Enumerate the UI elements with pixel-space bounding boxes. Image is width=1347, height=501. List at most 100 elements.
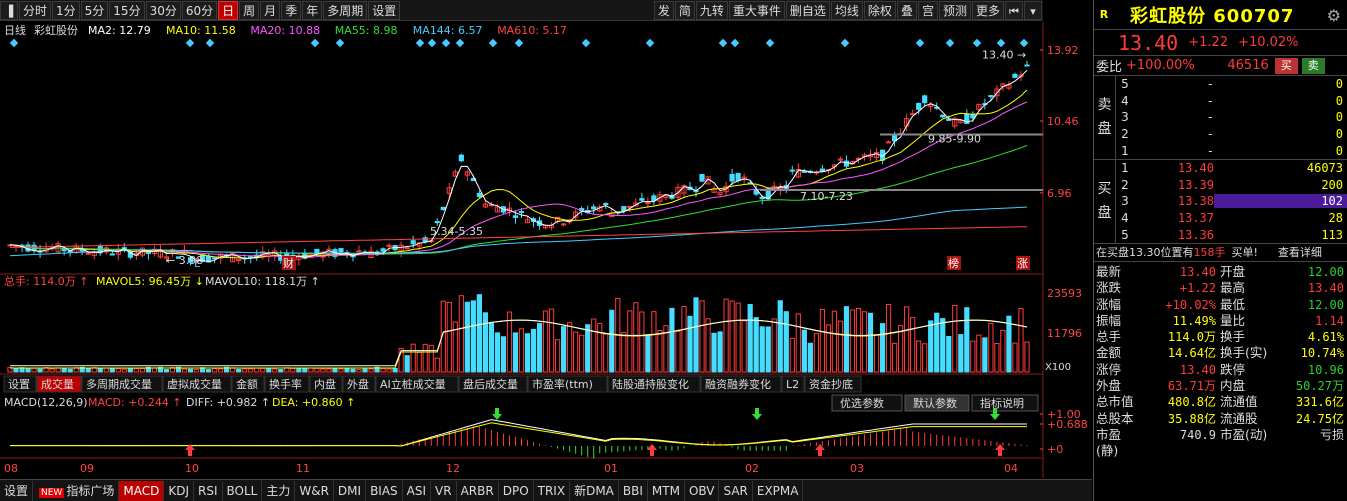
sell-button[interactable]: 卖 — [1301, 57, 1325, 74]
indicator-tab[interactable]: NEW 指标广场 — [33, 480, 120, 501]
chevron-down-icon[interactable]: ▾ — [1024, 0, 1042, 20]
volume-bar — [205, 369, 212, 373]
candle-body — [1012, 73, 1018, 78]
ask-row[interactable]: 4-0 — [1116, 93, 1347, 110]
ask-row[interactable]: 3-0 — [1116, 109, 1347, 126]
period-button[interactable]: 分时 — [19, 0, 52, 20]
indicator-tab[interactable]: 设置 — [0, 480, 34, 501]
period-button[interactable]: 设置 — [368, 0, 401, 20]
period-button[interactable]: 季 — [281, 0, 302, 20]
macd-button[interactable]: 指标说明 — [980, 396, 1024, 410]
volume-bar — [964, 307, 970, 373]
ask-side-label: 卖 盘 — [1094, 76, 1116, 159]
volume-bar — [464, 301, 470, 373]
indicator-tab[interactable]: 新DMA — [570, 480, 619, 501]
period-button[interactable]: 1分 — [52, 0, 80, 20]
volume-bar — [350, 368, 356, 373]
kline-chart-area[interactable]: 日线 彩虹股份 MA2: 12.79 MA10: 11.58 MA20: 10.88 MA… — [0, 22, 1092, 478]
candle-body — [916, 102, 922, 110]
indicator-tab[interactable]: 设置 — [8, 378, 30, 391]
tool-button[interactable]: 重大事件 — [728, 0, 785, 20]
view-detail-link[interactable]: 查看详细 — [1278, 244, 1322, 260]
indicator-tab[interactable]: 成交量 — [41, 377, 74, 391]
gear-icon[interactable]: ⚙ — [1327, 6, 1341, 25]
indicator-tab[interactable]: ASI — [403, 480, 432, 501]
indicator-tab[interactable]: 金额 — [236, 377, 258, 391]
indicator-tab[interactable]: EXPMA — [753, 480, 804, 501]
tool-button[interactable]: 预测 — [938, 0, 971, 20]
period-button[interactable]: 60分 — [181, 0, 218, 20]
indicator-tab[interactable]: 陆股通持股变化 — [612, 377, 689, 391]
tool-button[interactable]: 简 — [674, 0, 695, 20]
indicator-tab[interactable]: L2 — [786, 378, 799, 391]
tool-button[interactable]: 九转 — [695, 0, 728, 20]
bid-row[interactable]: 1 13.40 46073 — [1116, 160, 1347, 177]
indicator-tab[interactable]: ARBR — [457, 480, 499, 501]
indicator-tab[interactable]: 市盈率(ttm) — [532, 377, 593, 391]
bid-row[interactable]: 5 13.36 113 — [1116, 226, 1347, 243]
indicator-tab[interactable]: VR — [431, 480, 457, 501]
indicator-tab[interactable]: DMI — [334, 480, 367, 501]
tool-button[interactable]: 叠 — [896, 0, 917, 20]
indicator-tab[interactable]: 换手率 — [269, 377, 302, 391]
indicator-tab[interactable]: AI立桩成交量 — [380, 377, 446, 391]
bid-row[interactable]: 4 13.37 28 — [1116, 210, 1347, 227]
macd-button[interactable]: 默认参数 — [913, 396, 957, 410]
macd-button[interactable]: 优选参数 — [840, 396, 884, 410]
indicator-tab[interactable]: W&R — [295, 480, 334, 501]
bid-row[interactable]: 3 13.38 102 — [1116, 193, 1347, 210]
tool-button[interactable]: 均线 — [830, 0, 863, 20]
sidebar-toggle-icon[interactable]: ▐ — [0, 0, 18, 20]
indicator-tab[interactable]: DPO — [499, 480, 534, 501]
tool-button[interactable]: 发 — [653, 0, 674, 20]
ask-row[interactable]: 5-0 — [1116, 76, 1347, 93]
period-button[interactable]: 月 — [260, 0, 281, 20]
indicator-tab[interactable]: TRIX — [534, 480, 571, 501]
ask-row[interactable]: 1-0 — [1116, 142, 1347, 159]
ask-row[interactable]: 2-0 — [1116, 126, 1347, 143]
period-button[interactable]: 5分 — [80, 0, 109, 20]
indicator-tab[interactable]: MTM — [648, 480, 685, 501]
volume-bar — [717, 331, 723, 373]
indicator-tab[interactable]: BOLL — [223, 480, 263, 501]
tool-button[interactable]: 宫 — [917, 0, 938, 20]
indicator-tab[interactable]: BBI — [619, 480, 648, 501]
month-label: 08 — [4, 462, 18, 475]
period-button[interactable]: 15分 — [109, 0, 145, 20]
vol-tick: 11796 — [1047, 327, 1082, 340]
kline-chart[interactable]: 日线 彩虹股份 MA2: 12.79 MA10: 11.58 MA20: 10.88 MA… — [0, 22, 1092, 478]
indicator-tab[interactable]: 盘后成交量 — [463, 377, 518, 391]
indicator-tab[interactable]: 多周期成交量 — [86, 377, 152, 391]
indicator-tab[interactable]: 虚拟成交量 — [167, 377, 222, 391]
stat-row: 涨幅 +10.02% 最低 12.00 — [1096, 296, 1344, 312]
volume-bar — [687, 315, 693, 373]
indicator-tab[interactable]: MACD — [119, 480, 165, 501]
indicator-tab[interactable]: 资金抄底 — [809, 377, 853, 391]
indicator-tab[interactable]: 外盘 — [347, 377, 369, 391]
period-button[interactable]: 日 — [218, 0, 239, 20]
bid-side-label: 买 盘 — [1094, 159, 1116, 243]
bid-row[interactable]: 2 13.39 200 — [1116, 177, 1347, 194]
indicator-tab[interactable]: RSI — [194, 480, 223, 501]
period-button[interactable]: 周 — [239, 0, 260, 20]
volume-bar — [801, 329, 807, 373]
tool-button[interactable]: 删自选 — [785, 0, 830, 20]
indicator-tab[interactable]: SAR — [719, 480, 753, 501]
indicator-tab[interactable]: 内盘 — [314, 377, 336, 391]
period-button[interactable]: 多周期 — [323, 0, 368, 20]
indicator-tab[interactable]: KDJ — [164, 480, 194, 501]
indicator-tab[interactable]: BIAS — [366, 480, 403, 501]
collapse-icon[interactable]: ⏮ — [1005, 0, 1023, 20]
tool-button[interactable]: 更多 — [971, 0, 1004, 20]
tool-button[interactable]: 除权 — [863, 0, 896, 20]
volume-bar — [946, 335, 952, 373]
macd-value: MACD: +0.244 ↑ — [88, 396, 182, 409]
indicator-tab[interactable]: OBV — [685, 480, 720, 501]
period-button[interactable]: 年 — [302, 0, 323, 20]
quote-panel: R 彩虹股份 600707 ⚙ 13.40 +1.22 +10.02% 委比 +… — [1093, 0, 1347, 501]
buy-button[interactable]: 买 — [1274, 57, 1298, 74]
period-button[interactable]: 30分 — [145, 0, 181, 20]
indicator-tab[interactable]: 融资融券变化 — [705, 377, 771, 391]
stat-row: 总股本 35.88亿 流通股 24.75亿 — [1096, 410, 1344, 426]
indicator-tab[interactable]: 主力 — [262, 480, 296, 501]
